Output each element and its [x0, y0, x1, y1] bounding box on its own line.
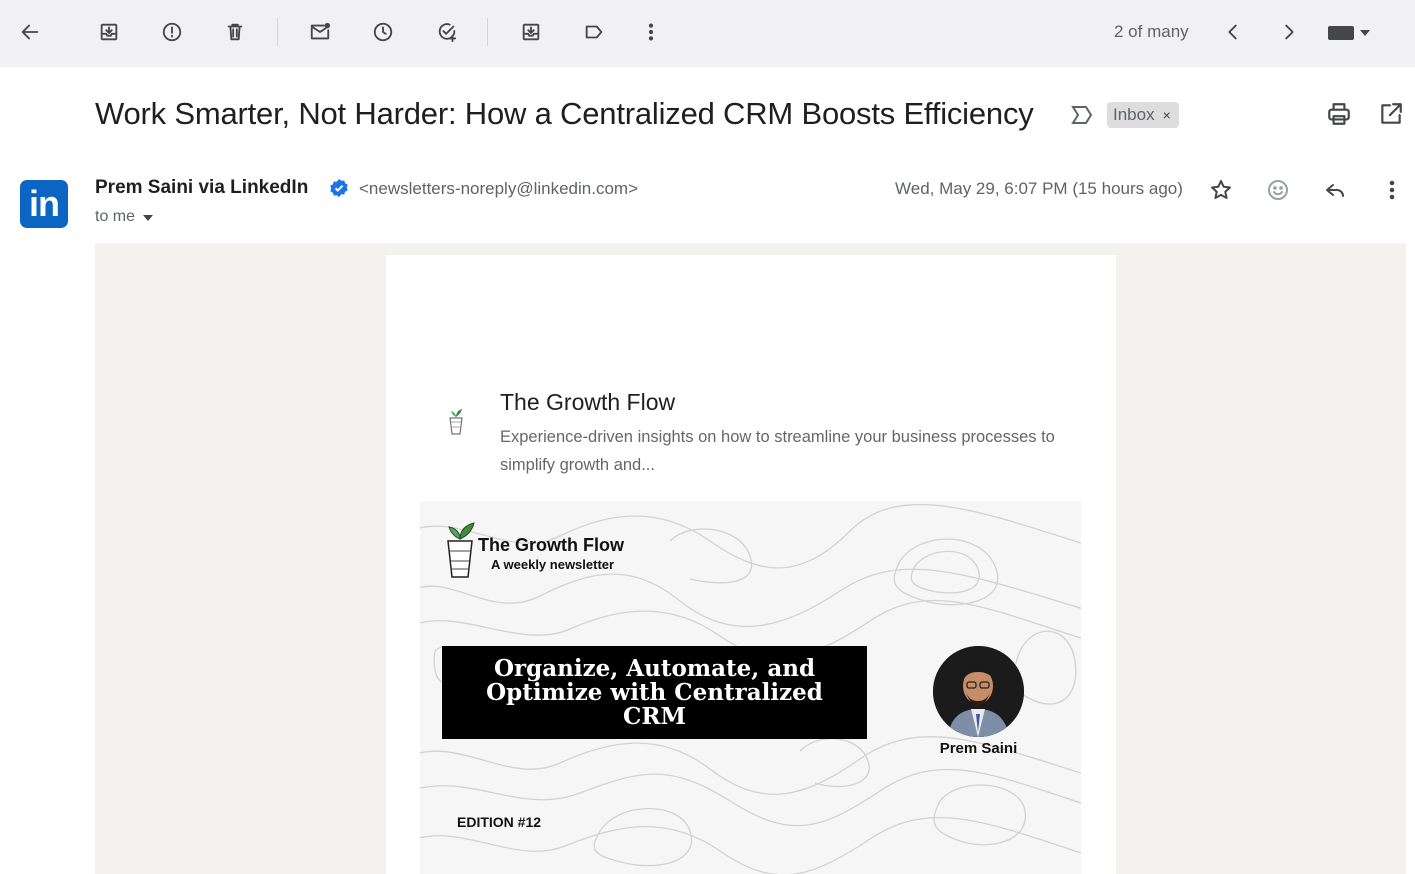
newsletter-banner-image[interactable]: The Growth Flow A weekly newsletter Orga… — [420, 501, 1081, 874]
author-name: Prem Saini — [939, 740, 1018, 757]
label-icon[interactable] — [576, 14, 612, 50]
archive-icon[interactable] — [91, 14, 127, 50]
more-vert-icon[interactable] — [633, 14, 669, 50]
sender-name[interactable]: Prem Saini via LinkedIn — [95, 177, 308, 199]
newsletter-description: Experience-driven insights on how to str… — [500, 428, 1055, 474]
snooze-icon[interactable] — [365, 14, 401, 50]
growth-flow-logo-icon — [442, 511, 478, 579]
open-new-window-icon[interactable] — [1378, 101, 1406, 129]
recipient-details-toggle[interactable]: to me — [95, 208, 154, 226]
more-options-icon[interactable] — [1378, 176, 1406, 204]
remove-label-icon[interactable]: × — [1163, 107, 1171, 123]
reply-icon[interactable] — [1321, 176, 1349, 204]
newsletter-logo-icon — [445, 405, 467, 437]
toolbar: 2 of many — [0, 0, 1415, 67]
pager-text: 2 of many — [1114, 22, 1189, 41]
author-avatar — [933, 646, 1024, 737]
email-subject: Work Smarter, Not Harder: How a Centrali… — [95, 96, 1034, 131]
back-arrow-icon[interactable] — [12, 14, 48, 50]
next-icon[interactable] — [1271, 14, 1307, 50]
recipient-text: to me — [95, 208, 136, 225]
label-text: Inbox — [1113, 105, 1155, 124]
star-icon[interactable] — [1207, 176, 1235, 204]
mark-unread-icon[interactable] — [302, 14, 338, 50]
keyboard-icon[interactable] — [1328, 24, 1378, 42]
newsletter-title[interactable]: The Growth Flow — [500, 389, 675, 416]
prev-icon[interactable] — [1215, 14, 1251, 50]
chevron-down-icon[interactable] — [143, 215, 154, 221]
banner-headline: Organize, Automate, and Optimize with Ce… — [442, 646, 867, 739]
inbox-label-chip[interactable]: Inbox × — [1107, 102, 1179, 128]
delete-icon[interactable] — [217, 14, 253, 50]
verified-badge-icon — [329, 178, 349, 198]
banner-logo-title: The Growth Flow — [478, 535, 624, 555]
emoji-reaction-icon[interactable] — [1264, 176, 1292, 204]
edition-number: EDITION #12 — [457, 814, 542, 830]
toolbar-divider — [277, 18, 278, 46]
email-date: Wed, May 29, 6:07 PM (15 hours ago) — [895, 179, 1183, 198]
move-to-icon[interactable] — [513, 14, 549, 50]
report-spam-icon[interactable] — [154, 14, 190, 50]
banner-logo-subtitle: A weekly newsletter — [491, 557, 615, 572]
linkedin-logo: in — [20, 180, 68, 228]
importance-marker-icon[interactable] — [1070, 104, 1094, 126]
toolbar-divider — [487, 18, 488, 46]
print-icon[interactable] — [1326, 101, 1354, 129]
sender-email: <newsletters-noreply@linkedin.com> — [359, 179, 638, 198]
add-task-icon[interactable] — [429, 14, 465, 50]
